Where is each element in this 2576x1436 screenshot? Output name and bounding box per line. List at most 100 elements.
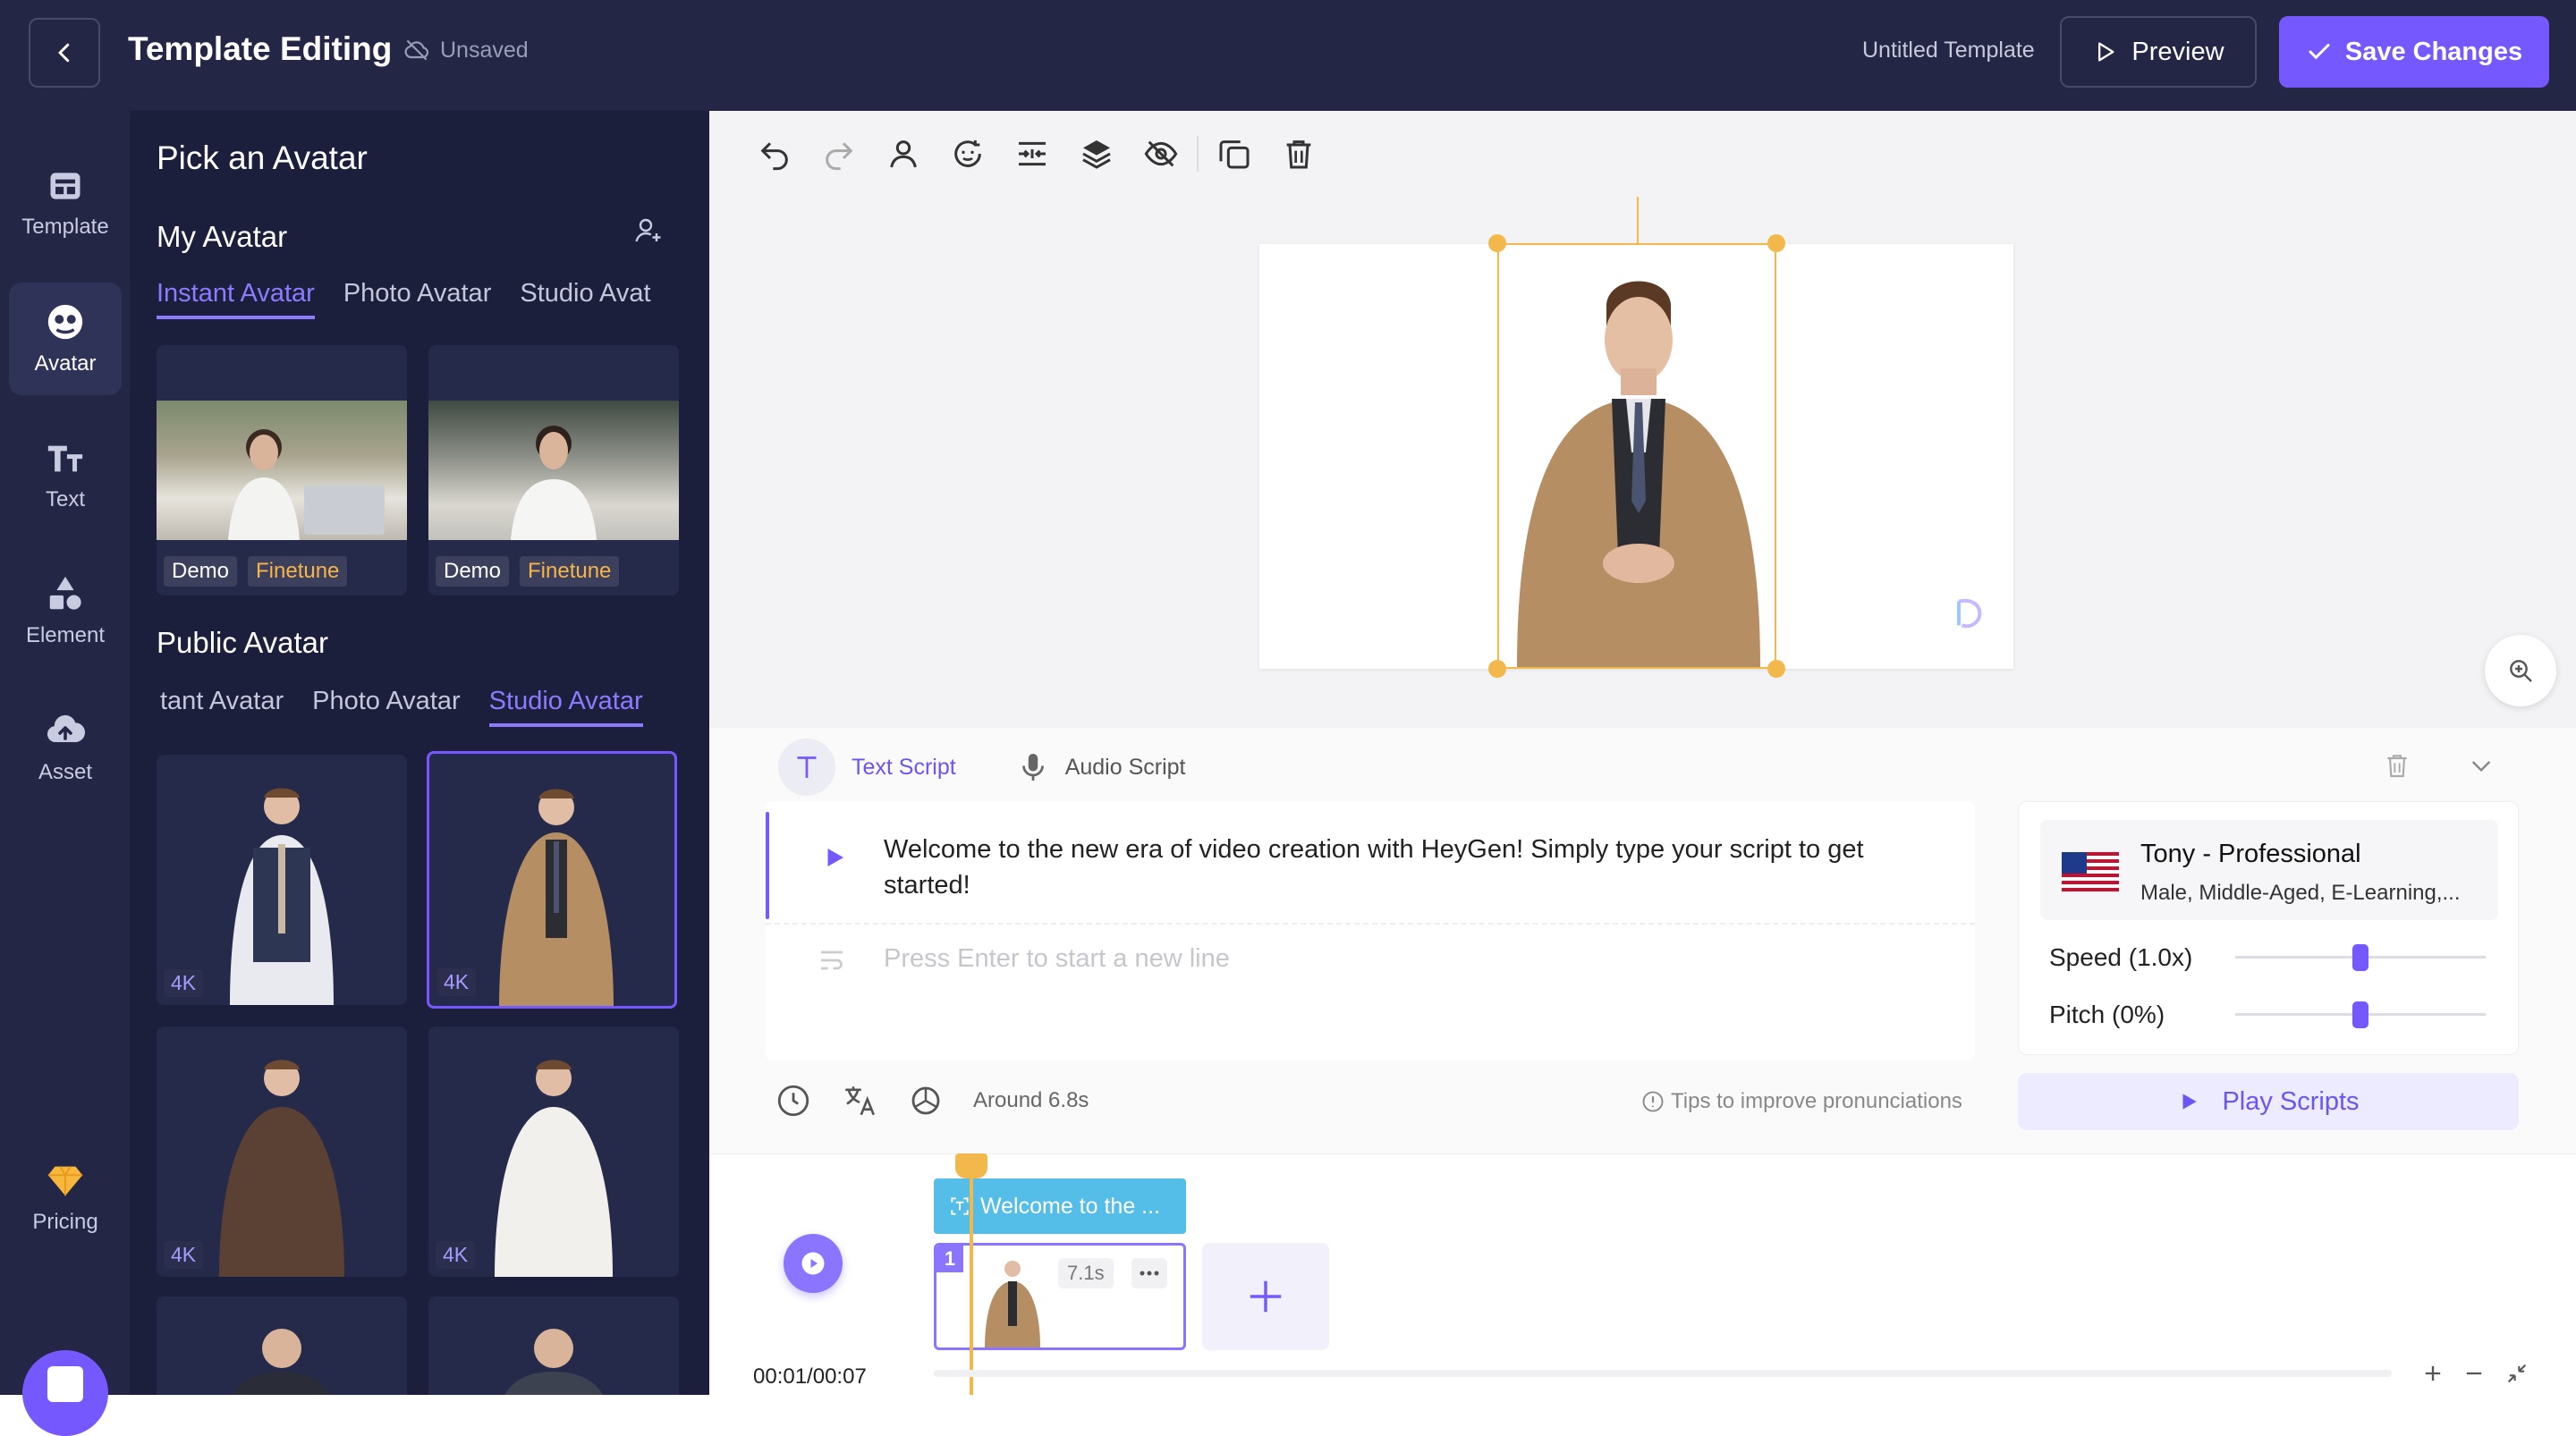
avatar-thumbnail [428, 401, 679, 540]
eye-off-icon [1144, 140, 1178, 167]
speed-slider-knob[interactable] [2352, 944, 2368, 971]
public-avatar-card[interactable]: 4K [157, 755, 407, 1005]
script-line-1[interactable]: Welcome to the new era of video creation… [884, 832, 1939, 903]
pronunciation-tips[interactable]: Tips to improve pronunciations [1640, 1089, 1962, 1114]
rail-item-element[interactable]: Element [9, 554, 122, 667]
toolbar-divider [1197, 136, 1199, 172]
my-avatar-card[interactable]: Demo Finetune [157, 345, 407, 596]
avatar-figure [230, 788, 334, 1005]
person-silhouette [511, 426, 597, 540]
rail-item-pricing[interactable]: Pricing [9, 1141, 122, 1254]
panel-title: Pick an Avatar [157, 139, 368, 176]
tab-photo-avatar[interactable]: Photo Avatar [343, 279, 492, 319]
copy-icon [1219, 140, 1250, 169]
play-scripts-button[interactable]: Play Scripts [2018, 1073, 2519, 1130]
pitch-slider-track[interactable] [2235, 1001, 2486, 1028]
scene-number: 1 [936, 1246, 963, 1272]
heygen-watermark-icon [1957, 598, 1982, 629]
translate-icon[interactable] [841, 1082, 878, 1119]
tab-audio-script-label: Audio Script [1064, 754, 1186, 780]
my-avatar-tabs: Instant Avatar Photo Avatar Studio Avat [157, 279, 651, 319]
preview-button[interactable]: Preview [2060, 16, 2257, 88]
scene-more-button[interactable] [1131, 1258, 1167, 1288]
openai-icon[interactable] [907, 1082, 945, 1119]
tab-studio-avatar[interactable]: Studio Avat [520, 279, 650, 319]
playhead[interactable] [955, 1153, 987, 1395]
back-button[interactable] [29, 18, 100, 88]
script-duration: Around 6.8s [973, 1088, 1089, 1112]
voice-description: Male, Middle-Aged, E-Learning,... [2140, 881, 2461, 905]
resize-handle[interactable] [1767, 660, 1785, 678]
template-icon [50, 173, 80, 199]
tab-audio-script[interactable]: Audio Script [1017, 751, 1186, 783]
redo-button[interactable] [807, 125, 871, 182]
public-avatar-card-selected[interactable]: 4K [427, 751, 677, 1009]
rail-item-asset[interactable]: Asset [9, 690, 122, 803]
avatar-panel: Pick an Avatar My Avatar Instant Avatar … [130, 111, 709, 1395]
my-avatar-title: My Avatar [157, 220, 288, 253]
my-avatar-card[interactable]: Demo Finetune [428, 345, 679, 596]
resize-handle[interactable] [1488, 660, 1506, 678]
pitch-slider-knob[interactable] [2352, 1001, 2368, 1028]
clock-icon[interactable] [775, 1082, 812, 1119]
tab-text-script[interactable]: Text Script [778, 739, 956, 796]
resize-handle[interactable] [1767, 234, 1785, 252]
zoom-in-timeline-icon[interactable] [2420, 1361, 2445, 1386]
template-name[interactable]: Untitled Template [1862, 38, 2035, 63]
collapse-timeline-icon[interactable] [2504, 1361, 2529, 1386]
text-icon [797, 756, 817, 778]
save-changes-button[interactable]: Save Changes [2279, 16, 2549, 88]
zoom-out-timeline-icon[interactable] [2462, 1361, 2487, 1386]
undo-button[interactable] [742, 125, 807, 182]
save-status-label: Unsaved [440, 37, 529, 63]
resize-handle[interactable] [1488, 234, 1506, 252]
public-avatar-card[interactable] [428, 1297, 679, 1395]
chevron-down-icon[interactable] [2467, 751, 2496, 780]
script-tabs: Text Script Audio Script [778, 739, 1186, 796]
editor-toolbar [742, 125, 1331, 182]
public-avatar-card[interactable]: 4K [428, 1026, 679, 1277]
rail-item-avatar[interactable]: Avatar [9, 283, 122, 395]
hide-button[interactable] [1129, 125, 1193, 182]
play-icon [2182, 1094, 2198, 1110]
4k-badge: 4K [436, 968, 477, 996]
pitch-label: Pitch (0%) [2049, 1001, 2165, 1028]
rail-item-text[interactable]: Text [9, 418, 122, 531]
script-editor[interactable]: Welcome to the new era of video creation… [766, 801, 1975, 1060]
delete-button[interactable] [1267, 125, 1331, 182]
add-person-icon[interactable] [632, 215, 665, 247]
tab-instant-avatar[interactable]: Instant Avatar [157, 279, 315, 319]
save-changes-label: Save Changes [2344, 37, 2523, 66]
layers-button[interactable] [1064, 125, 1129, 182]
timeline-play-button[interactable] [784, 1234, 843, 1293]
timeline-scrollbar[interactable] [934, 1370, 2392, 1377]
chevron-left-icon [58, 43, 70, 63]
avatar-settings-button[interactable] [871, 125, 936, 182]
tab-studio-avatar[interactable]: Studio Avatar [488, 687, 643, 727]
user-avatar-square [47, 1366, 83, 1402]
voice-selector[interactable]: Tony - Professional Male, Middle-Aged, E… [2040, 820, 2498, 920]
public-avatar-card[interactable]: 4K [157, 1026, 407, 1277]
person-icon [890, 140, 917, 168]
public-avatar-card[interactable] [157, 1297, 407, 1395]
rail-item-template[interactable]: Template [9, 147, 122, 259]
play-line-icon[interactable] [821, 844, 848, 871]
4k-badge: 4K [164, 1241, 204, 1269]
tab-photo-avatar[interactable]: Photo Avatar [312, 687, 461, 727]
user-avatar-button[interactable] [22, 1350, 108, 1436]
selection-frame[interactable] [1497, 243, 1776, 669]
speed-slider-track[interactable] [2235, 944, 2486, 971]
new-line-placeholder[interactable]: Press Enter to start a new line [884, 944, 1230, 974]
face-swap-button[interactable] [936, 125, 1000, 182]
scene-duration: 7.1s [1058, 1258, 1114, 1288]
trash-icon[interactable] [2383, 751, 2411, 780]
text-icon-circle [778, 739, 835, 796]
duplicate-button[interactable] [1202, 125, 1267, 182]
align-button[interactable] [1000, 125, 1064, 182]
rail-item-label: Avatar [34, 351, 97, 376]
playhead-handle[interactable] [955, 1153, 987, 1178]
zoom-button[interactable] [2485, 635, 2556, 706]
tab-instant-avatar[interactable]: tant Avatar [160, 687, 284, 727]
play-scripts-label: Play Scripts [2222, 1086, 2360, 1116]
add-scene-button[interactable] [1202, 1243, 1329, 1350]
